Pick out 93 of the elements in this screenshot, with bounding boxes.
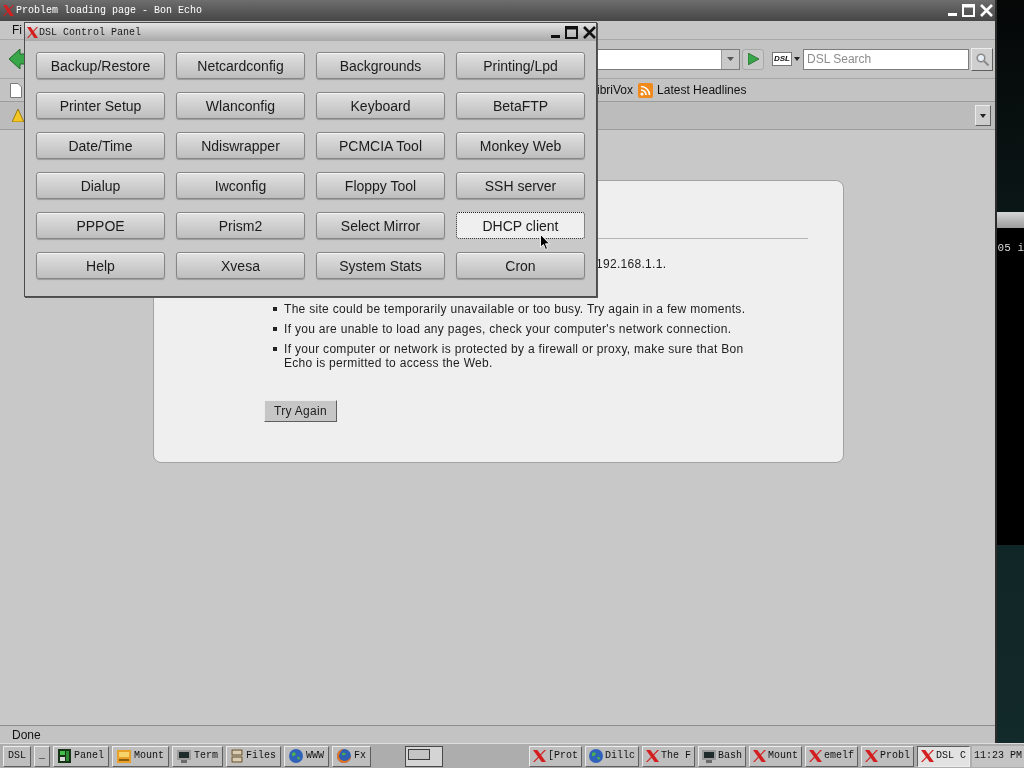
minimize-icon[interactable] — [551, 34, 560, 38]
x-logo-icon — [645, 750, 659, 762]
bullet-icon — [273, 347, 277, 351]
maximize-icon[interactable] — [565, 25, 578, 39]
task-button[interactable]: [Prot — [528, 745, 582, 767]
task-button[interactable]: Bash — [697, 745, 746, 767]
go-arrow-icon — [747, 53, 759, 65]
launcher-button[interactable]: Files — [226, 745, 282, 767]
control-panel-button[interactable]: Netcardconfig — [176, 52, 305, 79]
control-panel-button[interactable]: System Stats — [316, 252, 445, 279]
dropdown-arrow-icon[interactable] — [794, 57, 800, 61]
globe-icon — [337, 749, 352, 763]
search-button[interactable] — [971, 47, 993, 71]
task-button[interactable]: emelf — [804, 745, 858, 767]
x-logo-icon — [808, 750, 822, 762]
file-cabinet-icon — [231, 749, 244, 763]
suggestion-text: The site could be temporarily unavailable or too busy. Try again in a few moments. — [284, 302, 747, 316]
bookmark-item[interactable]: Latest Headlines — [638, 82, 747, 98]
control-panel-button[interactable]: Prism2 — [176, 212, 305, 239]
window-title: Problem loading page - Bon Echo — [16, 4, 203, 18]
drive-icon — [117, 749, 132, 763]
control-panel-button[interactable]: Iwconfig — [176, 172, 305, 199]
window-title: DSL Control Panel — [39, 25, 142, 40]
feed-icon — [638, 82, 654, 98]
launcher-button[interactable]: Panel — [53, 745, 110, 767]
dropdown-arrow-icon[interactable] — [979, 113, 986, 118]
tab-list-button[interactable] — [974, 105, 991, 126]
control-panel-button[interactable]: Cron — [456, 252, 585, 279]
terminal-text: 05 i — [996, 242, 1024, 255]
go-button[interactable] — [742, 48, 764, 70]
task-button[interactable]: Probl — [860, 745, 914, 767]
launcher-button[interactable]: Fx — [332, 745, 372, 767]
control-panel-button[interactable]: Backgrounds — [316, 52, 445, 79]
url-field[interactable] — [597, 48, 740, 70]
control-panel-button[interactable]: PPPOE — [36, 212, 165, 239]
control-panel-button[interactable]: Dialup — [36, 172, 165, 199]
pointer-cursor-icon — [540, 234, 550, 250]
bookmark-item[interactable]: ibriVox — [597, 83, 634, 97]
control-panel-button[interactable]: Date/Time — [36, 132, 165, 159]
control-panel-button[interactable]: Backup/Restore — [36, 52, 165, 79]
suggestion-text: If you are unable to load any pages, check your computer's network connection. — [284, 322, 733, 336]
monitor-icon — [701, 749, 716, 763]
window-title-bar — [996, 212, 1024, 228]
control-panel-button[interactable]: Help — [36, 252, 165, 279]
control-panel-button[interactable]: DHCP client — [456, 212, 585, 239]
control-panel-button[interactable]: SSH server — [456, 172, 585, 199]
control-panel-button[interactable]: Ndiswrapper — [176, 132, 305, 159]
minimize-icon[interactable] — [947, 13, 957, 16]
task-button[interactable]: The F — [641, 745, 695, 767]
control-panel-button[interactable]: Floppy Tool — [316, 172, 445, 199]
launcher-button[interactable]: Term — [172, 745, 224, 767]
dropdown-arrow-icon[interactable] — [727, 57, 734, 61]
globe-icon — [289, 749, 304, 763]
task-button[interactable]: DSL C — [917, 745, 970, 767]
back-arrow-icon[interactable] — [9, 49, 25, 69]
x-logo-icon — [27, 26, 38, 38]
circuit-board-icon — [58, 749, 72, 763]
error-detail-text: 192.168.1.1. — [596, 257, 667, 271]
bullet-icon — [273, 327, 277, 331]
search-icon — [975, 52, 989, 66]
control-panel-button[interactable]: Monkey Web — [456, 132, 585, 159]
suggestion-text: If your computer or network is protected by a firewall or proxy, make sure that Bon Echo is permitted to access the Web. — [284, 342, 745, 370]
globe-icon — [588, 749, 603, 763]
monitor-icon — [177, 749, 192, 763]
bullet-icon — [273, 307, 277, 311]
launcher-button[interactable]: WWW — [284, 745, 330, 767]
x-logo-icon — [532, 750, 546, 762]
x-logo-icon — [921, 750, 934, 762]
menu-item[interactable]: Fi — [12, 23, 22, 37]
control-panel-button[interactable]: Printer Setup — [36, 92, 165, 119]
status-text: Done — [12, 727, 41, 742]
launcher-button[interactable]: Mount — [112, 745, 170, 767]
try-again-button[interactable]: Try Again — [264, 400, 337, 422]
control-panel-button[interactable]: Xvesa — [176, 252, 305, 279]
clock-text: 11:23 PM — [972, 745, 1024, 767]
close-icon[interactable] — [583, 25, 596, 39]
task-button[interactable]: Mount — [748, 745, 802, 767]
control-panel-button[interactable]: PCMCIA Tool — [316, 132, 445, 159]
x-logo-icon — [752, 750, 766, 762]
launcher-button[interactable]: DSL — [3, 745, 31, 767]
control-panel-button[interactable]: Printing/Lpd — [456, 52, 585, 79]
workspace-pager[interactable] — [405, 745, 444, 767]
control-panel-button[interactable]: BetaFTP — [456, 92, 585, 119]
control-panel-button[interactable]: Select Mirror — [316, 212, 445, 239]
search-field[interactable]: DSL Search — [803, 48, 969, 70]
control-panel-button[interactable]: Keyboard — [316, 92, 445, 119]
page-icon — [10, 82, 22, 98]
x-logo-icon — [3, 5, 14, 16]
task-button[interactable]: Dillc — [584, 745, 639, 767]
launcher-button[interactable]: _ — [34, 745, 51, 767]
control-panel-button[interactable]: Wlanconfig — [176, 92, 305, 119]
x-logo-icon — [864, 750, 878, 762]
window-outline-icon — [408, 748, 431, 760]
